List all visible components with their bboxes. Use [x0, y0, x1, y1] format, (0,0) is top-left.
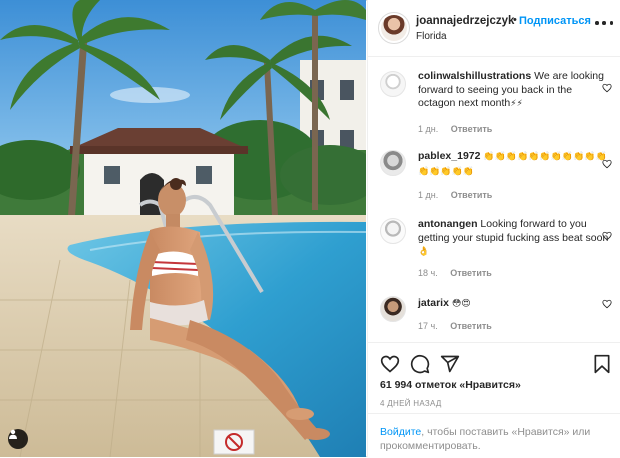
like-comment-heart-icon[interactable] [602, 231, 612, 241]
header-separator: • [513, 14, 517, 26]
comment-meta: 18 ч. Ответить [418, 268, 492, 278]
author-username[interactable]: joannajedrzejczyk [416, 15, 514, 27]
like-comment-heart-icon[interactable] [602, 83, 612, 93]
comment-avatar[interactable] [380, 71, 406, 97]
comment-avatar[interactable] [380, 150, 406, 176]
bookmark-icon[interactable] [592, 354, 612, 374]
post-photo[interactable] [0, 0, 366, 457]
post-sidebar: joannajedrzejczyk • Подписаться Florida … [367, 0, 620, 457]
comment-time[interactable]: 17 ч. [418, 321, 438, 331]
heart-icon[interactable] [380, 354, 400, 374]
like-comment-heart-icon[interactable] [602, 159, 612, 169]
login-link[interactable]: Войдите [380, 426, 421, 438]
comment-emoji: 👌 [418, 247, 430, 257]
reply-button[interactable]: Ответить [451, 190, 493, 200]
reply-button[interactable]: Ответить [450, 321, 492, 331]
post-location[interactable]: Florida [416, 31, 447, 42]
comment-username[interactable]: colinwalshillustrations [418, 70, 531, 82]
comment-meta: 17 ч. Ответить [418, 321, 492, 331]
share-icon[interactable] [440, 354, 460, 374]
comment-username[interactable]: jatarix [418, 297, 449, 309]
more-options-icon[interactable] [595, 21, 613, 27]
comment-avatar[interactable] [380, 218, 406, 244]
like-comment-heart-icon[interactable] [602, 299, 612, 309]
reply-button[interactable]: Ответить [450, 268, 492, 278]
comment-text: pablex_1972 👏👏👏👏👏👏👏👏👏👏👏👏👏👏👏👏 [418, 150, 610, 179]
person-icon [9, 429, 17, 439]
action-bar [368, 342, 620, 383]
comment-meta: 1 дн. Ответить [418, 124, 492, 134]
comment-username[interactable]: antonangen [418, 218, 478, 230]
comment-time[interactable]: 1 дн. [418, 190, 438, 200]
comment-emoji: ⚡⚡ [510, 99, 523, 109]
comment-text: colinwalshillustrations We are looking f… [418, 70, 610, 112]
user-tag-button[interactable] [8, 429, 28, 449]
comment-username[interactable]: pablex_1972 [418, 150, 480, 162]
likes-count[interactable]: 61 994 отметок «Нравится» [380, 379, 521, 391]
photo-illustration [0, 0, 366, 457]
reply-button[interactable]: Ответить [451, 124, 493, 134]
comment-meta: 1 дн. Ответить [418, 190, 492, 200]
comment-time[interactable]: 18 ч. [418, 268, 438, 278]
comment-avatar[interactable] [380, 296, 406, 322]
post-header: joannajedrzejczyk • Подписаться Florida [368, 0, 620, 57]
author-avatar[interactable] [378, 12, 410, 44]
follow-button[interactable]: Подписаться [519, 15, 591, 27]
comments-list: colinwalshillustrations We are looking f… [368, 57, 620, 337]
comment-text: jatarix 😳😍 [418, 297, 610, 312]
comment-time[interactable]: 1 дн. [418, 124, 438, 134]
comment-emoji: 😳😍 [451, 299, 471, 309]
comment-text: antonangen Looking forward to you gettin… [418, 218, 610, 260]
post-date[interactable]: 4 ДНЕЙ НАЗАД [380, 399, 442, 408]
comment-icon[interactable] [410, 354, 430, 374]
login-prompt: Войдите, чтобы поставить «Нравится» или … [368, 413, 620, 458]
